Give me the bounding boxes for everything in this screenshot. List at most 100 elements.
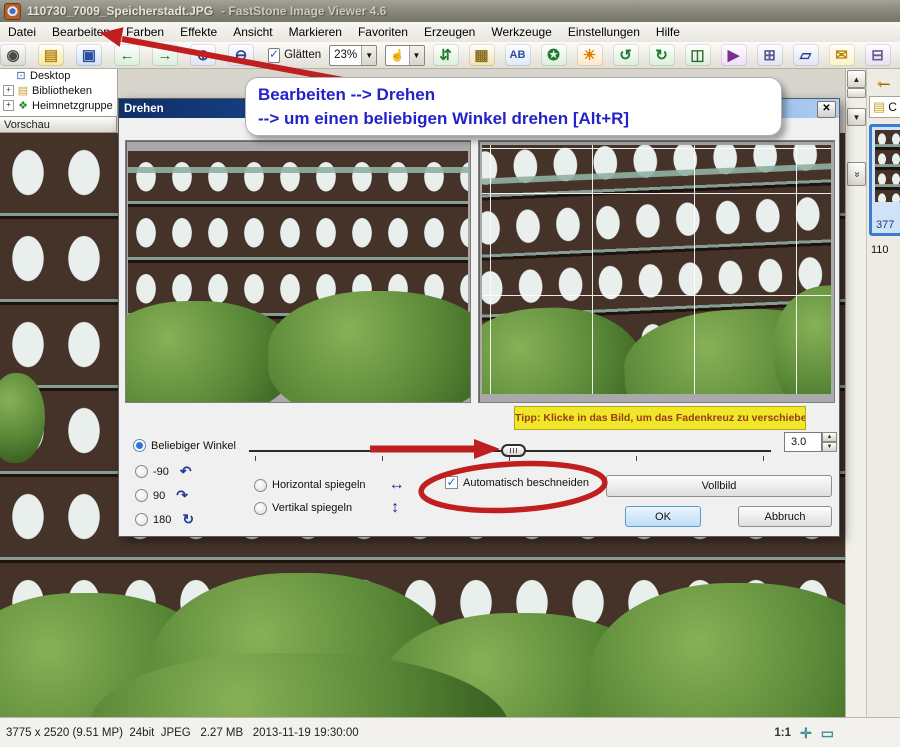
compare-icon[interactable]: ◫ [684,44,711,66]
rename-icon[interactable]: AB [504,44,531,66]
flip-vertical-radio[interactable] [254,501,267,515]
menu-item-favoriten[interactable]: Favoriten [350,23,416,41]
cancel-button[interactable]: Abbruch [738,506,832,527]
tree-expand-icon[interactable]: + [3,100,14,111]
angle-spinner: ▲ ▼ [822,432,837,452]
rotate-180-row: 180 ↻ [135,511,194,528]
tree-foliage [0,373,45,463]
tree-expand-icon[interactable]: + [3,85,14,96]
collapse-panel-button[interactable]: » [847,162,866,186]
flip-horizontal-radio[interactable] [254,478,267,492]
dialog-title: Drehen [124,102,164,115]
menu-item-hilfe[interactable]: Hilfe [648,23,688,41]
hand-tool-select[interactable]: ☝ ▼ [385,44,425,66]
menu-item-effekte[interactable]: Effekte [172,23,225,41]
flip-horizontal-label: Horizontal spiegeln [272,479,366,491]
angle-slider-handle[interactable] [501,444,526,457]
tree-node-icon: ⊡ [16,70,26,82]
rotate-180-radio[interactable] [135,513,148,526]
zoom-percent-select[interactable]: 23% ▼ [329,44,378,66]
fullscreen-button[interactable]: Vollbild [606,475,832,497]
smooth-checkbox[interactable]: ✓ [268,47,281,63]
zoom-in-icon[interactable]: ⊕ [190,44,216,66]
clone-stamp-icon[interactable]: ✪ [540,44,567,66]
auto-crop-checkbox[interactable]: ✓ [445,476,458,489]
zoom-out-icon[interactable]: ⊖ [228,44,254,66]
tree-item-bibliotheken[interactable]: + ▤ Bibliotheken [0,83,117,98]
angle-value-input[interactable]: 3.0 [784,432,822,452]
folder-path-select[interactable]: ▤ C [869,96,900,118]
camera-icon[interactable]: ◉ [0,44,26,66]
menu-item-ansicht[interactable]: Ansicht [225,23,280,41]
file-browser-sidebar: ← ▤ C 377 110 [866,68,900,717]
prev-image-icon[interactable]: ← [114,44,140,66]
ok-button[interactable]: OK [625,506,701,527]
zoom-fit-icon[interactable]: ✛ [800,725,812,742]
menu-item-einstellungen[interactable]: Einstellungen [560,23,648,41]
thumbnail-image [875,130,900,202]
rotate-left-icon[interactable]: ↺ [612,44,639,66]
close-icon[interactable]: ✕ [817,101,836,118]
crosshair-grid-overlay [482,145,831,394]
tree-item-desktop[interactable]: ⊡ Desktop [0,68,117,83]
scroll-up-button[interactable]: ▲ [847,70,866,88]
rotate-minus90-radio[interactable] [135,465,148,478]
status-bar: 3775 x 2520 (9.51 MP) 24bit JPEG 2.27 MB… [0,717,900,747]
menu-item-werkzeuge[interactable]: Werkzeuge [483,23,559,41]
spin-down-icon[interactable]: ▼ [822,442,837,452]
window-title: 110730_7009_Speicherstadt.JPG [27,4,214,18]
menu-item-erzeugen[interactable]: Erzeugen [416,23,483,41]
frame-select-icon[interactable]: ▭ [821,725,834,742]
spin-up-icon[interactable]: ▲ [822,432,837,442]
angle-radio[interactable] [133,439,146,452]
rotate-dialog: Drehen ✕ Vorher Nachher Tipp: [118,98,840,537]
next-image-icon[interactable]: → [152,44,178,66]
zoom-ratio: 1:1 [774,727,792,739]
menu-item-bearbeiten[interactable]: Bearbeiten [44,23,118,41]
tree-item-heimnetzgruppe[interactable]: + ❖ Heimnetzgruppe [0,98,117,113]
folder-icon: ▤ [873,99,886,114]
tree-node-label: Desktop [30,69,71,82]
preview-before-pane [125,140,471,403]
open-folder-icon[interactable]: ▤ [38,44,64,66]
adjust-colors-icon[interactable]: ☀ [576,44,603,66]
zoom-percent-value: 23% [334,49,358,61]
scroll-down-button[interactable]: ▼ [847,108,866,126]
rotate-arrow-icon: ↷ [176,487,188,503]
annotation-line2: --> um einen beliebigen Winkel drehen [A… [258,109,630,128]
rotate-right-icon[interactable]: ↻ [648,44,675,66]
rotate-option-label: -90 [153,465,169,478]
flip-vertical-icon: ↕ [391,499,400,516]
annotation-callout: Bearbeiten --> Drehen --> um einen belie… [245,77,782,136]
flip-h-row: Horizontal spiegeln ↔ [254,476,405,494]
save-icon[interactable]: ▣ [76,44,102,66]
preview-after-pane[interactable] [478,140,835,403]
resize-icon[interactable]: ⇵ [432,44,459,66]
window-title-app: - FastStone Image Viewer 4.6 [221,4,387,18]
print-icon[interactable]: ⊟ [864,44,891,66]
tip-banner: Tipp: Klicke in das Bild, um das Fadenkr… [514,406,806,430]
thumbnail-selected[interactable]: 377 [869,124,900,236]
double-chevron-icon: » [851,171,862,177]
menu-item-markieren[interactable]: Markieren [281,23,350,41]
folder-tree-panel: ⊡ Desktop + ▤ Bibliotheken + ❖ Heimnetzgruppe [0,68,118,116]
rotate-minus90-row: -90 ↶ [135,463,192,480]
roof-line [128,167,468,173]
menu-bar: Datei Bearbeiten Farben Effekte Ansicht Marki… [0,22,900,43]
email-icon[interactable]: ✉ [828,44,855,66]
slideshow-icon[interactable]: ▶ [720,44,747,66]
vertical-scrollbar[interactable]: ▲ ▼ » [845,68,866,717]
rotate-option-label: 180 [153,513,172,526]
folder-path-label: C [888,100,897,114]
scan-icon[interactable]: ▱ [792,44,819,66]
scroll-thumb[interactable] [847,88,866,98]
cascade-windows-icon[interactable]: ⊞ [756,44,783,66]
flip-horizontal-icon: ↔ [388,476,405,493]
tree-node-icon: ▤ [17,85,29,97]
crop-icon[interactable]: ▦ [468,44,495,66]
back-arrow-icon[interactable]: ← [873,70,893,93]
menu-item-datei[interactable]: Datei [0,23,44,41]
menu-item-farben[interactable]: Farben [118,23,172,41]
chevron-down-icon: ▼ [361,45,377,65]
rotate-90-radio[interactable] [135,489,148,502]
